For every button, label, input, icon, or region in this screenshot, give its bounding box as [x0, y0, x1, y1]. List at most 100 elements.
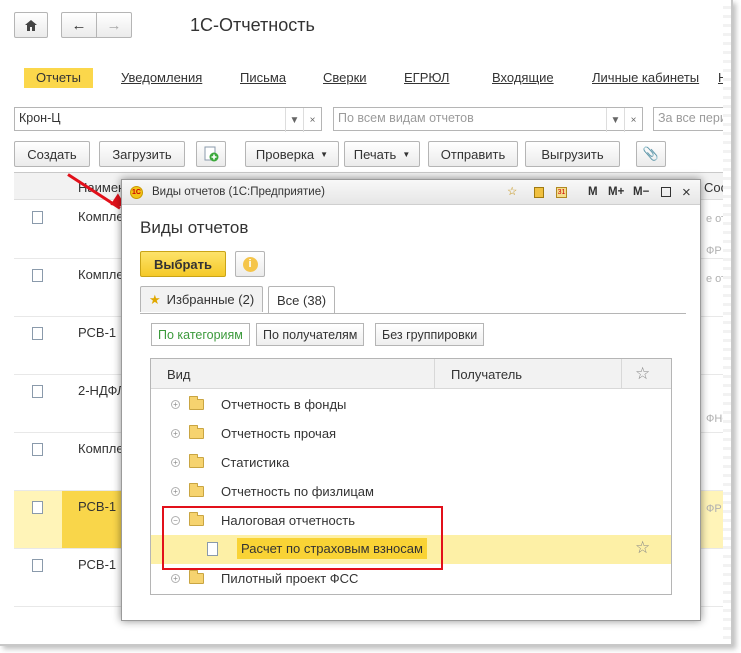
document-icon [32, 211, 43, 224]
tree-row-label: Отчетность по физлицам [221, 484, 374, 499]
report-kind-placeholder: По всем видам отчетов [338, 111, 474, 125]
favorite-column-star-icon[interactable]: ☆ [635, 364, 650, 384]
group-by-recipient[interactable]: По получателям [256, 323, 365, 346]
torn-edge [723, 0, 731, 644]
period-field[interactable]: За все пери [653, 107, 731, 131]
document-icon [32, 559, 43, 572]
status-cell: ФР [706, 503, 722, 515]
memory-minus-button[interactable]: M− [633, 180, 649, 205]
period-placeholder: За все пери [658, 111, 727, 125]
paperclip-icon: 📎 [642, 146, 660, 161]
forward-button[interactable]: → [96, 12, 132, 38]
tab-all[interactable]: Все (38) [268, 286, 336, 313]
menu-item-reports[interactable]: Отчеты [24, 68, 93, 88]
menu-item-reconciliations[interactable]: Сверки [323, 68, 367, 88]
expand-icon[interactable]: + [171, 458, 180, 467]
menu-item-letters[interactable]: Письма [240, 68, 286, 88]
chevron-down-icon[interactable]: ▼ [285, 108, 303, 132]
send-button[interactable]: Отправить [428, 141, 518, 167]
document-icon [32, 269, 43, 282]
organization-value: Крон-Ц [19, 111, 61, 125]
tab-favorites[interactable]: ★ Избранные (2) [140, 286, 264, 312]
tree-row[interactable]: + Отчетность в фонды [151, 390, 671, 419]
chevron-down-icon: ▼ [402, 149, 411, 159]
clear-icon[interactable]: × [624, 108, 642, 132]
tree-row[interactable]: + Отчетность прочая [151, 419, 671, 448]
attached-document-icon [32, 385, 43, 398]
row-name: 2-НДФЛ [78, 383, 126, 398]
home-icon [25, 19, 37, 31]
group-by-category[interactable]: По категориям [151, 323, 250, 346]
check-button[interactable]: Проверка ▼ [245, 141, 339, 167]
tree-row[interactable]: + Статистика [151, 448, 671, 477]
expand-icon[interactable]: + [171, 487, 180, 496]
home-button[interactable] [14, 12, 48, 38]
print-button-label: Печать [353, 146, 397, 162]
clear-icon[interactable]: × [303, 108, 321, 132]
column-divider [621, 359, 622, 389]
tree-row-label: Пилотный проект ФСС [221, 571, 359, 586]
group-none[interactable]: Без группировки [375, 323, 485, 346]
menu-item-cabinets[interactable]: Личные кабинеты [592, 68, 699, 88]
print-button[interactable]: Печать ▼ [344, 141, 420, 167]
favorite-star-icon[interactable]: ☆ [507, 180, 517, 205]
memory-plus-button[interactable]: M+ [608, 180, 624, 205]
arrow-right-icon: → [106, 16, 122, 34]
chevron-down-icon: ▼ [320, 149, 329, 159]
chevron-down-icon[interactable]: ▼ [606, 108, 624, 132]
add-document-button[interactable] [196, 141, 226, 167]
dialog-heading: Виды отчетов [140, 218, 249, 237]
document-icon [32, 327, 43, 340]
menu-item-egrul[interactable]: ЕГРЮЛ [404, 68, 449, 88]
tree-row-label: Отчетность прочая [221, 426, 337, 441]
upload-button[interactable]: Загрузить [99, 141, 185, 167]
check-button-label: Проверка [255, 146, 315, 162]
back-button[interactable]: ← [61, 12, 97, 38]
menu-item-notifications[interactable]: Уведомления [121, 68, 202, 88]
column-divider [434, 359, 435, 389]
tab-favorites-label: Избранные (2) [166, 292, 255, 307]
dialog-window-title: Виды отчетов (1С:Предприятие) [152, 186, 325, 198]
calculator-icon[interactable] [534, 187, 544, 198]
create-button[interactable]: Создать [14, 141, 90, 167]
row-name: РСВ-1 [78, 499, 117, 514]
expand-icon[interactable]: + [171, 429, 180, 438]
export-button[interactable]: Выгрузить [525, 141, 620, 167]
memory-button[interactable]: M [588, 180, 598, 205]
dialog-titlebar: 1С Виды отчетов (1С:Предприятие) ☆ 31 M … [122, 180, 700, 205]
annotation-highlight-box [162, 506, 443, 570]
organization-field[interactable]: Крон-Ц ▼ × [14, 107, 322, 132]
tree-row-label: Отчетность в фонды [221, 397, 347, 412]
tree-row-label: Статистика [221, 455, 290, 470]
expand-icon[interactable]: + [171, 400, 180, 409]
column-header-recipient[interactable]: Получатель [451, 367, 522, 382]
folder-icon [189, 454, 204, 468]
expand-icon[interactable]: + [171, 574, 180, 583]
tree-header: Вид Получатель ☆ [151, 359, 671, 389]
favorite-star-icon[interactable]: ☆ [635, 538, 650, 558]
row-name: Компле [78, 209, 124, 224]
arrow-left-icon: ← [71, 16, 87, 34]
row-name: Компле [78, 267, 124, 282]
row-name: РСВ-1 [78, 557, 117, 572]
folder-icon [189, 396, 204, 410]
row-name: РСВ-1 [78, 325, 117, 340]
tree-row[interactable]: + Отчетность по физлицам [151, 477, 671, 506]
app-logo-icon: 1С [130, 186, 143, 199]
info-button[interactable]: i [235, 251, 265, 277]
folder-icon [189, 570, 204, 584]
menu-item-incoming[interactable]: Входящие [492, 68, 554, 88]
attach-button[interactable]: 📎 [636, 141, 666, 167]
document-icon [32, 501, 43, 514]
page-title: 1С-Отчетность [190, 15, 315, 35]
calendar-icon[interactable]: 31 [556, 187, 567, 198]
section-menu: Отчеты Уведомления Письма Сверки ЕГРЮЛ В… [14, 68, 731, 90]
maximize-icon[interactable] [661, 187, 671, 197]
close-icon[interactable]: × [682, 180, 691, 205]
report-kind-field[interactable]: По всем видам отчетов ▼ × [333, 107, 643, 132]
folder-icon [189, 425, 204, 439]
document-icon [32, 443, 43, 456]
folder-icon [189, 483, 204, 497]
choose-button[interactable]: Выбрать [140, 251, 226, 277]
column-header-kind[interactable]: Вид [167, 367, 191, 382]
